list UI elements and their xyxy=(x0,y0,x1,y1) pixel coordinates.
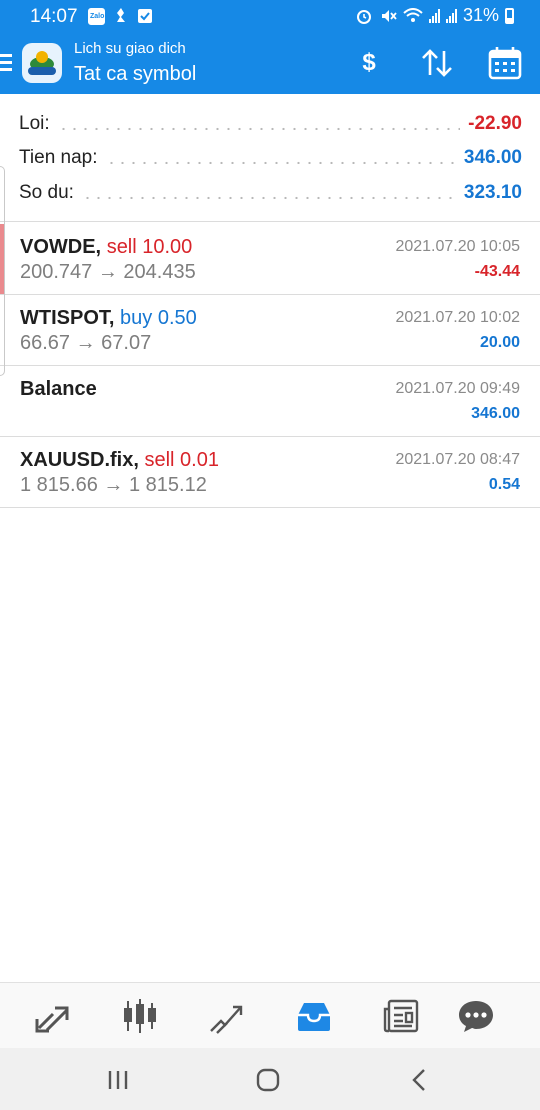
balance-row: So du: 323.10 xyxy=(19,179,522,207)
deal-symbol: VOWDE, xyxy=(20,236,102,258)
currency-exchange-icon: $ xyxy=(362,49,376,76)
mute-icon xyxy=(381,9,397,22)
calendar-icon xyxy=(488,47,522,80)
deal-row[interactable]: XAUUSD.fix, sell 0.01 1 815.66 → 1 815.1… xyxy=(0,437,540,508)
dotted-leader xyxy=(57,118,461,130)
trade-icon xyxy=(210,1005,243,1034)
balance-value: 323.10 xyxy=(463,182,522,203)
wifi-icon xyxy=(403,7,423,22)
messages-icon xyxy=(459,1001,493,1032)
nav-news[interactable] xyxy=(381,997,421,1035)
quotes-icon xyxy=(35,1006,69,1033)
deal-datetime: 2021.07.20 10:05 xyxy=(395,238,520,255)
deposit-value: 346.00 xyxy=(463,147,522,168)
exchange-button[interactable]: $ xyxy=(350,46,388,80)
deal-datetime: 2021.07.20 10:02 xyxy=(395,309,520,326)
deal-profit: 0.54 xyxy=(488,476,520,493)
deal-symbol: WTISPOT, xyxy=(20,307,115,329)
bottom-navigation xyxy=(0,982,540,1048)
deal-symbol: Balance xyxy=(20,378,97,400)
menu-icon[interactable] xyxy=(0,54,12,72)
nav-trade[interactable] xyxy=(207,997,247,1035)
deal-title: XAUUSD.fix, sell 0.01 xyxy=(20,449,219,472)
signal-2-icon xyxy=(445,8,457,23)
home-icon xyxy=(256,1068,280,1092)
deal-prices: 200.747 → 204.435 xyxy=(20,261,196,283)
battery-percent: 31% xyxy=(462,5,499,25)
home-button[interactable] xyxy=(253,1066,283,1094)
deal-prices: 1 815.66 → 1 815.12 xyxy=(20,474,207,496)
deal-title: WTISPOT, buy 0.50 xyxy=(20,307,197,330)
deal-side: sell 10.00 xyxy=(106,236,193,258)
side-drawer-handle[interactable] xyxy=(0,166,5,376)
status-bar: 14:07 Zalo 31% xyxy=(0,0,540,34)
deal-profit: 20.00 xyxy=(479,334,520,351)
deal-side: sell 0.01 xyxy=(144,449,219,471)
news-icon xyxy=(383,999,419,1033)
history-icon xyxy=(298,1003,330,1031)
deal-title: Balance xyxy=(20,378,97,401)
app-bar: Lich su giao dich Tat ca symbol $ xyxy=(0,34,540,94)
deal-datetime: 2021.07.20 09:49 xyxy=(395,380,520,397)
nav-chart[interactable] xyxy=(120,997,160,1035)
nav-quotes[interactable] xyxy=(33,997,73,1035)
battery-icon xyxy=(505,7,514,24)
deposit-label: Tien nap: xyxy=(19,147,98,168)
profit-row: Loi: -22.90 xyxy=(19,110,522,138)
back-button[interactable] xyxy=(405,1066,435,1094)
deal-symbol: XAUUSD.fix, xyxy=(20,449,139,471)
sort-icon xyxy=(422,49,452,77)
dotted-leader xyxy=(105,152,456,164)
profit-label: Loi: xyxy=(19,113,50,134)
dotted-leader xyxy=(81,187,456,199)
deal-title: VOWDE, sell 10.00 xyxy=(20,236,192,259)
page-title[interactable]: Tat ca symbol xyxy=(74,63,196,86)
check-box-icon xyxy=(138,9,152,23)
sort-button[interactable] xyxy=(418,46,456,80)
summary-panel: Loi: -22.90 Tien nap: 346.00 So du: 323.… xyxy=(0,94,540,222)
deposit-row: Tien nap: 346.00 xyxy=(19,144,522,172)
recent-apps-icon xyxy=(108,1071,128,1089)
app-notification-icon xyxy=(117,8,125,22)
signal-icon xyxy=(428,8,440,23)
profit-value: -22.90 xyxy=(468,113,522,134)
system-navigation-bar xyxy=(0,1048,540,1110)
nav-history[interactable] xyxy=(294,997,334,1035)
deal-prices: 66.67 → 67.07 xyxy=(20,332,152,354)
deal-profit: 346.00 xyxy=(471,405,520,422)
page-subtitle: Lich su giao dich xyxy=(74,40,186,57)
back-icon xyxy=(412,1069,425,1091)
deal-row[interactable]: Balance 2021.07.20 09:49 346.00 xyxy=(0,366,540,437)
recent-apps-button[interactable] xyxy=(103,1066,133,1094)
deal-row[interactable]: WTISPOT, buy 0.50 66.67 → 67.07 2021.07.… xyxy=(0,295,540,366)
calendar-button[interactable] xyxy=(486,46,524,80)
chart-icon xyxy=(124,999,156,1033)
deal-side: buy 0.50 xyxy=(120,307,197,329)
deal-datetime: 2021.07.20 08:47 xyxy=(395,451,520,468)
zalo-icon: Zalo xyxy=(88,7,105,25)
deal-profit: -43.44 xyxy=(474,263,520,280)
deal-row[interactable]: VOWDE, sell 10.00 200.747 → 204.435 2021… xyxy=(0,224,540,295)
status-time: 14:07 xyxy=(30,6,78,27)
balance-label: So du: xyxy=(19,182,74,203)
nav-messages[interactable] xyxy=(456,997,496,1035)
alarm-icon xyxy=(356,9,371,24)
app-logo[interactable] xyxy=(22,43,62,83)
